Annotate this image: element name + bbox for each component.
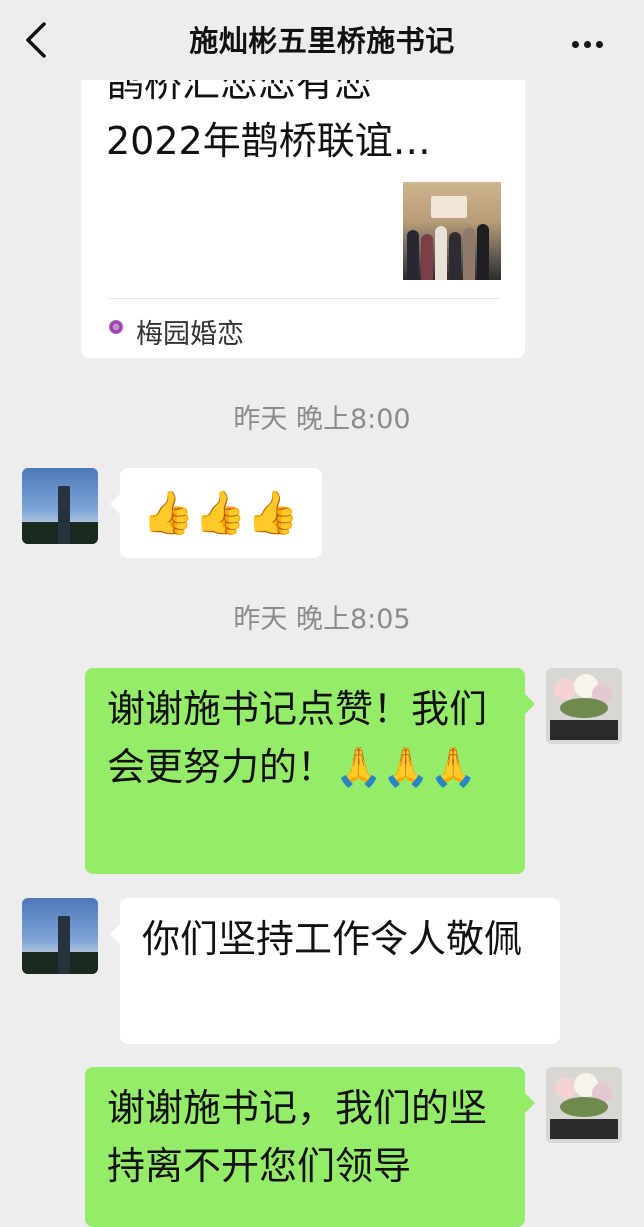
link-card-title: 鹊桥汇恋恋有恋 2022年鹊桥联谊… [106,61,496,170]
my-avatar[interactable] [546,668,622,744]
message-text: 谢谢施书记点赞！我们会更努力的！🙏🙏🙏 [107,687,488,789]
flower-logo-icon [109,320,123,334]
link-card-source: 梅园婚恋 [136,319,244,350]
timestamp: 昨天 晚上8:05 [233,604,411,635]
message-bubble-incoming[interactable]: 你们坚持工作令人敬佩 [110,898,560,1044]
more-dots-icon[interactable] [572,33,608,48]
timestamp: 昨天 晚上8:00 [233,404,411,435]
chat-header: 施灿彬五里桥施书记 [0,0,644,80]
link-card-thumbnail [403,182,501,280]
contact-avatar[interactable] [22,898,98,974]
my-avatar[interactable] [546,1067,622,1143]
chat-stream: 鹊桥汇恋恋有恋 2022年鹊桥联谊… 梅园婚恋 昨天 晚上8:00 👍👍👍 昨天… [0,0,644,1227]
link-card-divider [106,298,500,299]
contact-avatar[interactable] [22,468,98,544]
link-card[interactable]: 鹊桥汇恋恋有恋 2022年鹊桥联谊… 梅园婚恋 [81,40,525,358]
message-text: 谢谢施书记，我们的坚持离不开您们领导 [107,1086,488,1188]
message-bubble-outgoing[interactable]: 谢谢施书记，我们的坚持离不开您们领导 [85,1067,535,1227]
message-bubble-outgoing[interactable]: 谢谢施书记点赞！我们会更努力的！🙏🙏🙏 [85,668,535,874]
link-card-title-line: 2022年鹊桥联谊… [106,119,431,163]
chat-title: 施灿彬五里桥施书记 [189,24,455,58]
message-text: 你们坚持工作令人敬佩 [142,917,523,961]
message-bubble-incoming[interactable]: 👍👍👍 [110,468,322,558]
thumbs-up-emoji: 👍👍👍 [142,488,299,537]
